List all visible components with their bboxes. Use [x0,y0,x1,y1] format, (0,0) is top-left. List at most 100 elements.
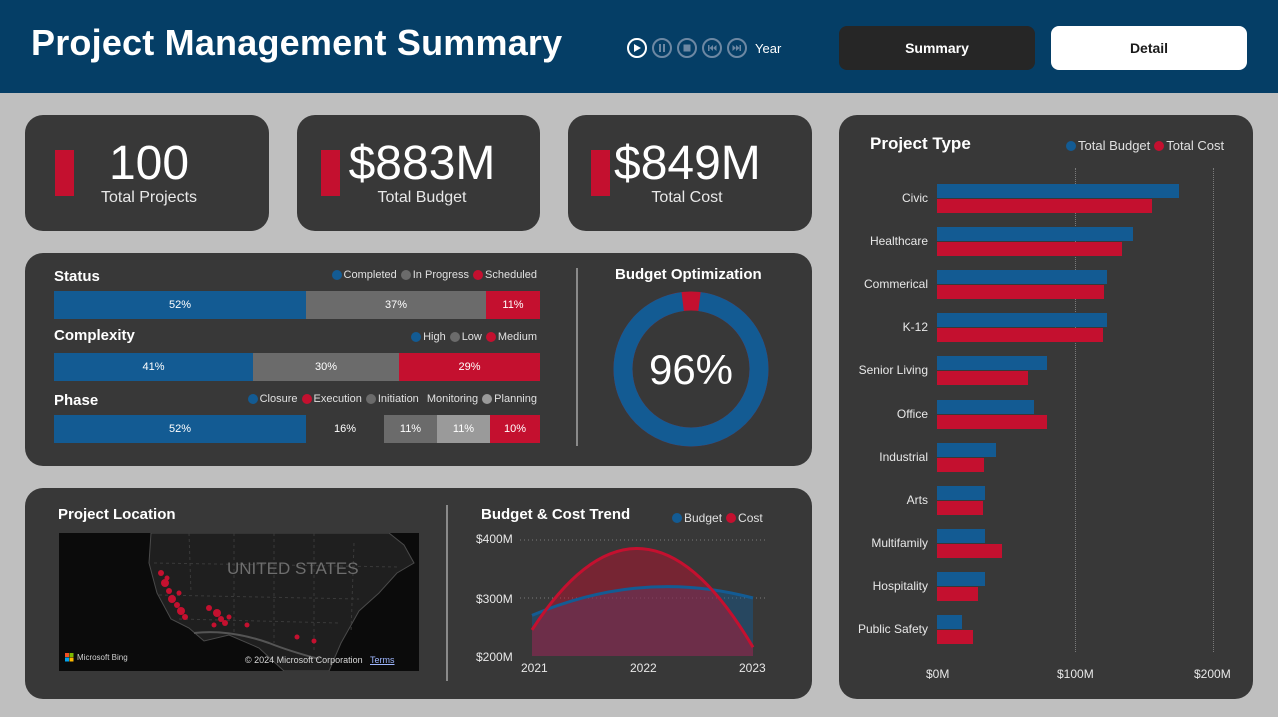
trend-x-tick: 2022 [630,661,657,675]
kpi-label: Total Projects [100,189,198,206]
phase-initiation-segment[interactable]: 11% [384,415,437,443]
kpi-label: Total Cost [651,189,723,206]
project-type-category-label: Public Safety [857,622,928,636]
status-scheduled-segment[interactable]: 11% [486,291,540,319]
kpi-accent-bar [321,150,340,196]
legend-dot [411,332,422,342]
status-completed-segment[interactable]: 52% [54,291,306,319]
project-type-bar-budget[interactable] [937,270,1107,285]
project-type-category-label: Healthcare [869,234,928,249]
kpi-card-total-cost: $849M Total Cost [568,115,812,231]
complexity-medium-segment[interactable]: 29% [399,353,540,381]
kpi-value: 100 [108,137,190,190]
phase-closure-segment[interactable]: 52% [54,415,306,443]
section-divider [446,505,448,681]
project-type-bar-budget[interactable] [937,313,1107,328]
legend-dot [301,394,312,404]
gridline [1213,168,1214,652]
map-copyright: © 2024 Microsoft Corporation [245,655,363,665]
project-type-bar-cost[interactable] [937,285,1104,300]
project-type-bar-cost[interactable] [937,500,983,515]
project-type-bar-cost[interactable] [937,371,1029,386]
legend-dot [247,394,258,404]
trend-x-tick: 2021 [521,661,548,675]
legend-dot [400,270,411,280]
legend-dot [331,270,342,280]
project-type-bar-cost[interactable] [937,414,1048,429]
legend-dot [473,270,483,280]
kpi-card-total-projects: 100 Total Projects [25,115,269,231]
status-legend: Completed In Progress Scheduled [328,269,537,281]
phase-planning-segment[interactable]: 10% [490,415,540,443]
legend-dot [1154,140,1165,151]
kpi-card-total-budget: $883M Total Budget [297,115,540,231]
project-type-legend: Total Budget Total Cost [1062,138,1224,153]
previous-icon[interactable] [702,38,722,58]
project-type-bar-cost[interactable] [937,586,979,601]
trend-legend: Budget Cost [668,511,763,525]
project-type-bar-budget[interactable] [937,615,962,629]
phase-legend: Closure Execution Initiation Monitoring … [244,393,537,405]
kpi-value: $849M [614,137,761,190]
project-location-title: Project Location [58,506,176,523]
budget-optimization-donut[interactable]: 96% [612,290,770,448]
section-divider [576,268,578,446]
project-location-map[interactable]: UNITED STATES Microsoft Bing © 2024 Micr… [59,533,419,671]
play-axis: Year [627,38,781,58]
project-type-bar-budget[interactable] [937,184,1179,198]
phase-monitoring-segment[interactable]: 11% [437,415,490,443]
play-icon[interactable] [627,38,647,58]
donut-value-label: 96% [649,346,733,393]
budget-optimization-title: Budget Optimization [615,266,762,283]
project-type-bar-budget[interactable] [937,399,1034,414]
project-type-category-label: Senior Living [858,363,928,378]
project-type-bar-cost[interactable] [937,328,1103,343]
status-title: Status [54,268,100,285]
map-terms-link[interactable]: Terms [370,655,395,665]
project-type-bar-budget[interactable] [937,571,986,586]
trend-title: Budget & Cost Trend [481,506,631,523]
complexity-low-segment[interactable]: 30% [253,353,399,381]
kpi-value: $883M [348,137,496,190]
project-type-bar-cost[interactable] [937,543,1002,558]
legend-dot [485,332,496,342]
project-type-category-label: Civic [902,191,928,205]
legend-dot [672,513,682,523]
pause-icon[interactable] [652,38,672,58]
legend-dot [449,332,460,342]
legend-dot [1066,140,1076,151]
stop-icon[interactable] [677,38,697,58]
project-type-bar-cost[interactable] [937,199,1153,213]
project-type-category-label: Arts [906,492,928,507]
phase-bar: 52% 16% 11% 11% 10% [54,415,540,443]
complexity-bar: 41% 30% 29% [54,353,540,381]
trend-y-tick: $400M [476,532,513,546]
legend-dot [726,513,737,523]
project-type-bar-budget[interactable] [937,227,1133,242]
project-type-category-label: K-12 [902,320,928,335]
project-type-bar-cost[interactable] [937,242,1122,257]
status-in-progress-segment[interactable]: 37% [306,291,486,319]
detail-button[interactable]: Detail [1051,26,1247,70]
project-type-bar-cost[interactable] [937,630,973,644]
project-type-bar-budget[interactable] [937,485,986,500]
project-type-bar-budget[interactable] [937,442,997,457]
page-title: Project Management Summary [31,22,563,63]
header-bar: Project Management Summary Year Summary … [0,0,1278,93]
project-type-category-label: Office [896,406,928,421]
kpi-label: Total Budget [377,189,467,206]
project-type-bar-cost[interactable] [937,457,984,472]
play-axis-label: Year [755,40,782,56]
project-type-x-tick: $100M [1057,667,1094,681]
complexity-high-segment[interactable]: 41% [54,353,253,381]
legend-dot [365,394,376,404]
next-icon[interactable] [727,38,747,58]
complexity-title: Complexity [54,327,135,344]
project-type-bar-budget[interactable] [937,356,1048,371]
budget-cost-trend-chart[interactable] [520,530,768,660]
project-type-x-tick: $0M [926,667,950,681]
project-type-bar-budget[interactable] [937,528,986,543]
complexity-legend: High Low Medium [407,331,537,343]
phase-execution-segment[interactable]: 16% [306,415,384,443]
trend-y-tick: $300M [476,592,513,606]
